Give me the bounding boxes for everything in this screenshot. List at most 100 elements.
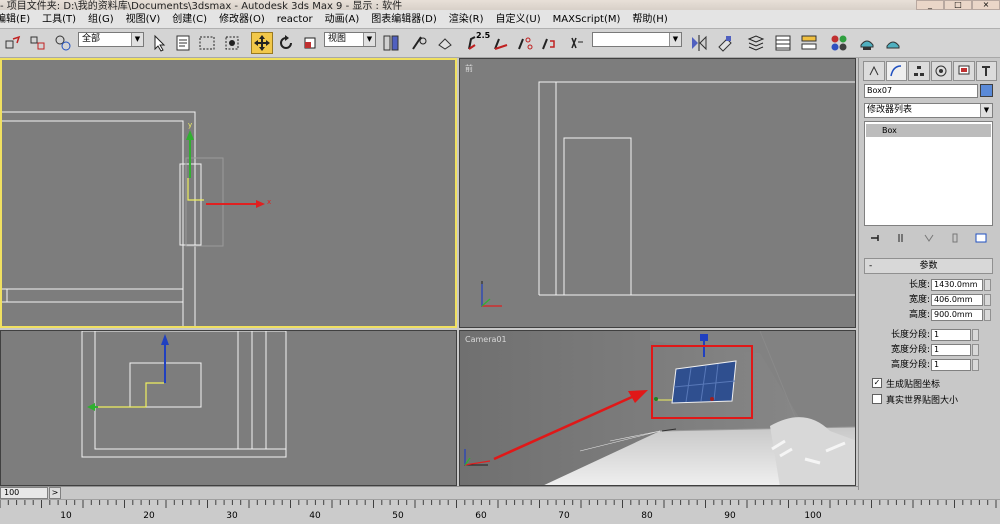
stack-item-box[interactable]: Box (866, 124, 991, 137)
top-viewport-geometry (2, 111, 265, 326)
schematic-view-icon[interactable] (798, 32, 820, 54)
option-label: 生成贴图坐标 (886, 379, 941, 390)
modifier-list-dropdown[interactable]: 修改器列表 ▼ (864, 103, 993, 118)
scale-icon[interactable] (299, 32, 321, 54)
chevron-down-icon: ▼ (131, 33, 143, 46)
redo-icon[interactable] (27, 32, 49, 54)
height-input[interactable]: 900.0mm (931, 309, 983, 321)
object-color-swatch[interactable] (980, 84, 993, 97)
gen-mapping-coords-option[interactable]: ✓ 生成贴图坐标 (872, 377, 941, 390)
show-end-result-icon[interactable] (896, 232, 908, 244)
param-label: 宽度分段: (890, 345, 930, 355)
parameters-rollout-header[interactable]: - 参数 (864, 258, 993, 274)
modify-tab-icon[interactable] (885, 61, 907, 81)
select-by-name-icon[interactable] (172, 32, 194, 54)
next-frame-button[interactable]: > (49, 487, 61, 499)
make-unique-icon[interactable] (923, 232, 935, 244)
display-tab-icon[interactable] (953, 61, 975, 81)
hierarchy-tab-icon[interactable] (908, 61, 930, 81)
ruler-label: 50 (392, 511, 404, 521)
selection-filter-dropdown[interactable]: 全部 ▼ (78, 32, 144, 47)
stack-toolbar (864, 229, 993, 247)
height-segs-param: 高度分段: 1 (864, 359, 996, 372)
real-world-map-size-checkbox[interactable] (872, 394, 882, 404)
menu-help[interactable]: 帮助(H) (626, 10, 673, 28)
undo-icon[interactable] (2, 32, 24, 54)
height-spinner[interactable] (984, 309, 991, 321)
left-viewport[interactable] (0, 330, 457, 486)
menu-reactor[interactable]: reactor (271, 10, 319, 28)
length-input[interactable]: 1430.0mm (931, 279, 983, 291)
width-input[interactable]: 406.0mm (931, 294, 983, 306)
track-bar-ruler[interactable]: 10 20 30 40 50 60 70 80 90 100 (0, 499, 1000, 524)
ruler-label: 20 (143, 511, 155, 521)
maximize-button[interactable]: □ (944, 0, 972, 10)
menu-tools[interactable]: 工具(T) (36, 10, 82, 28)
length-segs-input[interactable]: 1 (931, 329, 971, 341)
angle-snap-icon[interactable] (490, 32, 512, 54)
create-tab-icon[interactable] (863, 61, 885, 81)
spinner-snap-icon[interactable] (538, 32, 560, 54)
menu-graph-editors[interactable]: 图表编辑器(D) (365, 10, 443, 28)
reference-coord-dropdown[interactable]: 视图 ▼ (324, 32, 376, 47)
close-button[interactable]: × (972, 0, 1000, 10)
rotate-icon[interactable] (275, 32, 297, 54)
object-name-input[interactable]: Box07 (864, 84, 978, 98)
pin-stack-icon[interactable] (870, 232, 882, 244)
length-spinner[interactable] (984, 279, 991, 291)
utilities-tab-icon[interactable] (975, 61, 997, 81)
material-editor-icon[interactable] (828, 32, 850, 54)
menu-edit[interactable]: 编辑(E) (0, 10, 36, 28)
ruler-label: 80 (641, 511, 653, 521)
top-viewport[interactable]: y x (0, 58, 457, 328)
camera-viewport[interactable]: Camera01 (459, 330, 856, 486)
percent-snap-icon[interactable] (514, 32, 536, 54)
chevron-down-icon: ▼ (980, 104, 992, 117)
menu-animation[interactable]: 动画(A) (319, 10, 366, 28)
width-segs-input[interactable]: 1 (931, 344, 971, 356)
real-world-map-size-option[interactable]: 真实世界贴图大小 (872, 393, 958, 406)
menu-create[interactable]: 创建(C) (166, 10, 213, 28)
height-segs-input[interactable]: 1 (931, 359, 971, 371)
time-slider-bar: 100 > (0, 486, 858, 499)
width-segs-spinner[interactable] (972, 344, 979, 356)
front-viewport-geometry (481, 81, 855, 307)
align-icon[interactable] (714, 32, 736, 54)
link-icon[interactable] (52, 32, 74, 54)
move-icon[interactable] (251, 32, 273, 54)
menu-modifiers[interactable]: 修改器(O) (213, 10, 271, 28)
width-param: 宽度: 406.0mm (864, 294, 996, 307)
select-manipulate-icon[interactable] (408, 32, 430, 54)
motion-tab-icon[interactable] (930, 61, 952, 81)
render-scene-icon[interactable] (856, 32, 878, 54)
pivot-center-icon[interactable] (380, 32, 402, 54)
layer-manager-icon[interactable] (745, 32, 767, 54)
menu-customize[interactable]: 自定义(U) (490, 10, 547, 28)
keyboard-shortcut-icon[interactable] (434, 32, 456, 54)
window-crossing-icon[interactable] (221, 32, 243, 54)
gen-mapping-coords-checkbox[interactable]: ✓ (872, 378, 882, 388)
configure-sets-icon[interactable] (975, 232, 987, 244)
mirror-icon[interactable] (688, 32, 710, 54)
time-slider[interactable]: 100 (0, 487, 48, 499)
ruler-label: 40 (309, 511, 321, 521)
minimize-button[interactable]: _ (916, 0, 944, 10)
select-object-icon[interactable] (149, 32, 171, 54)
menu-group[interactable]: 组(G) (82, 10, 120, 28)
rect-region-icon[interactable] (196, 32, 218, 54)
axis-y-label: y (188, 121, 193, 129)
width-spinner[interactable] (984, 294, 991, 306)
length-segs-spinner[interactable] (972, 329, 979, 341)
curve-editor-icon[interactable] (772, 32, 794, 54)
remove-modifier-icon[interactable] (949, 232, 961, 244)
front-viewport[interactable]: 前 (459, 58, 856, 328)
menu-views[interactable]: 视图(V) (120, 10, 167, 28)
quick-render-icon[interactable] (882, 32, 904, 54)
modifier-list-value: 修改器列表 (867, 105, 913, 115)
named-selection-dropdown[interactable]: ▼ (592, 32, 682, 47)
edit-named-selection-icon[interactable] (566, 32, 588, 54)
menu-maxscript[interactable]: MAXScript(M) (547, 10, 627, 28)
command-panel-tabs (863, 61, 997, 83)
height-segs-spinner[interactable] (972, 359, 979, 371)
menu-rendering[interactable]: 渲染(R) (443, 10, 490, 28)
